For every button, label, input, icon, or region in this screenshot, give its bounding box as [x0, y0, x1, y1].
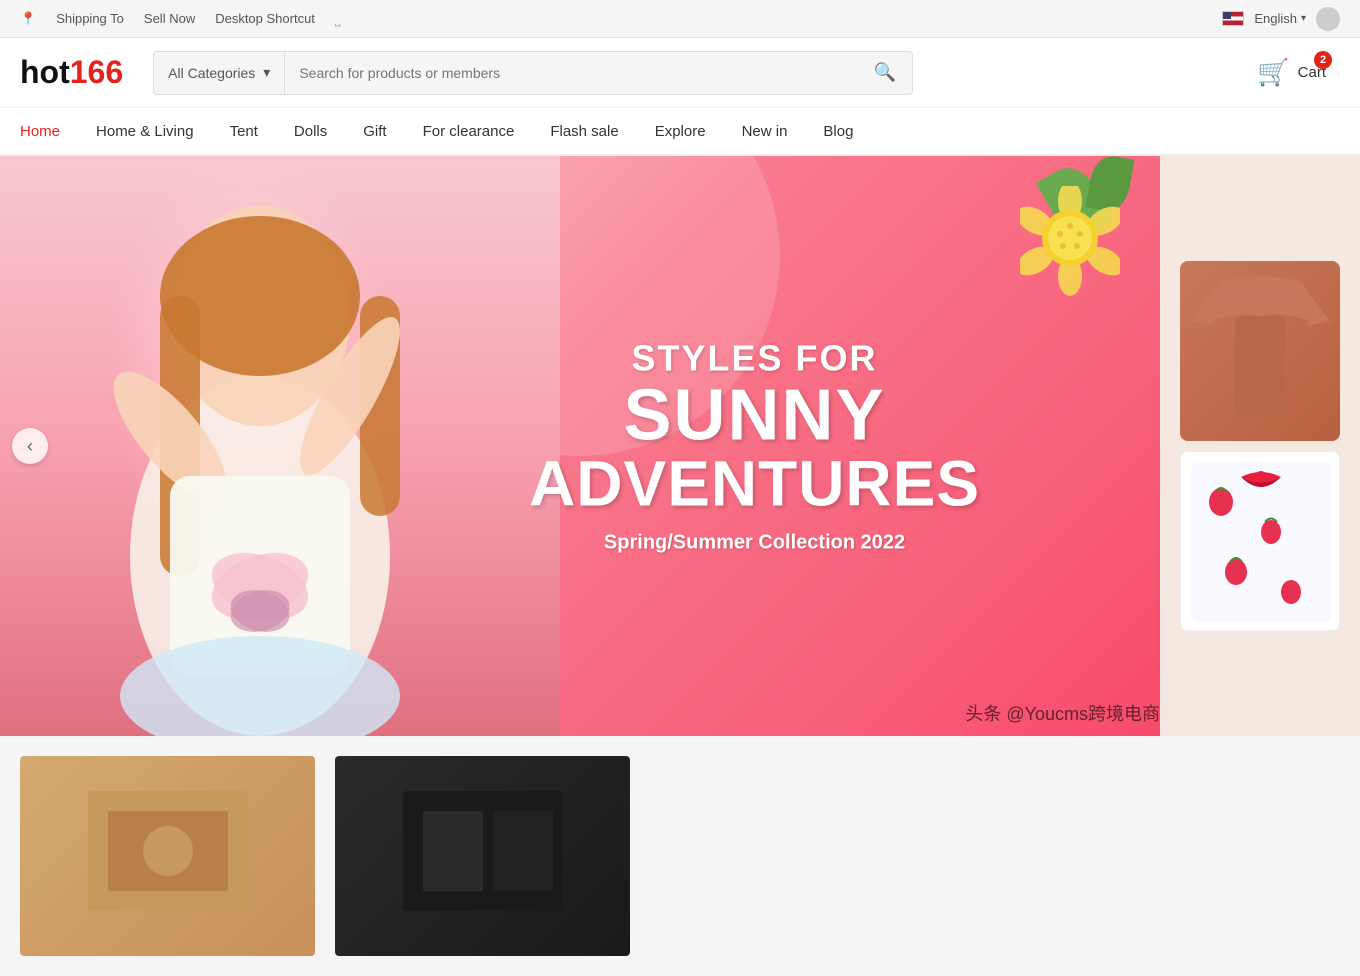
language-selector[interactable]: English ▾ [1254, 11, 1306, 26]
product-card-2[interactable] [335, 756, 630, 956]
flower-svg [1020, 186, 1120, 296]
language-label: English [1254, 11, 1297, 26]
shipping-to-link[interactable]: Shipping To [56, 11, 124, 26]
girl-svg [0, 156, 560, 736]
rss-icon: ⎵ [335, 10, 341, 27]
desktop-shortcut-link[interactable]: Desktop Shortcut [215, 11, 315, 26]
banner-girl-image [0, 156, 560, 736]
top-bar-right: English ▾ [1222, 7, 1340, 31]
chevron-left-icon: ‹ [27, 436, 33, 457]
banner-headline-3: ADVENTURES [529, 452, 980, 516]
products-section [0, 736, 1360, 976]
user-avatar[interactable] [1316, 7, 1340, 31]
chevron-down-icon: ▾ [1301, 13, 1306, 24]
nav-item-flash-sale[interactable]: Flash sale [532, 108, 636, 156]
banner-headline-2: SUNNY [529, 380, 980, 452]
product-image-2 [335, 756, 630, 956]
product-image-1 [20, 756, 315, 956]
clothes-2-svg [1181, 452, 1340, 631]
flag-icon [1222, 11, 1244, 26]
product-preview-1 [1180, 261, 1340, 441]
header-right: 🛒 2 Cart [1243, 51, 1340, 94]
banner-right-clothes [1160, 156, 1360, 736]
product-1-svg [68, 781, 268, 931]
top-bar-left: 📍 Shipping To Sell Now Desktop Shortcut … [20, 10, 1222, 27]
nav-item-home-living[interactable]: Home & Living [78, 108, 212, 156]
nav-item-clearance[interactable]: For clearance [405, 108, 533, 156]
category-select[interactable]: All Categories ▾ [154, 52, 285, 94]
nav-item-gift[interactable]: Gift [345, 108, 404, 156]
location-icon: 📍 [20, 11, 36, 27]
banner: STYLES FOR SUNNY ADVENTURES Spring/Summe… [0, 156, 1360, 736]
cart-badge: 2 [1314, 51, 1332, 69]
banner-collection: Spring/Summer Collection 2022 [529, 532, 980, 555]
logo-link[interactable]: hot166 [20, 54, 123, 91]
main-nav: Home Home & Living Tent Dolls Gift For c… [0, 108, 1360, 156]
nav-item-explore[interactable]: Explore [637, 108, 724, 156]
logo-hot: hot [20, 54, 70, 90]
search-input[interactable] [285, 52, 857, 94]
nav-item-home[interactable]: Home [20, 108, 78, 156]
search-bar: All Categories ▾ 🔍 [153, 51, 913, 95]
logo-num: 166 [70, 54, 123, 90]
nav-item-tent[interactable]: Tent [212, 108, 276, 156]
sell-now-link[interactable]: Sell Now [144, 11, 195, 26]
banner-prev-button[interactable]: ‹ [12, 428, 48, 464]
header: hot166 All Categories ▾ 🔍 🛒 2 Cart [0, 38, 1360, 108]
top-bar: 📍 Shipping To Sell Now Desktop Shortcut … [0, 0, 1360, 38]
watermark: 头条 @Youcms跨境电商 [965, 700, 1160, 726]
nav-item-new-in[interactable]: New in [724, 108, 806, 156]
nav-item-blog[interactable]: Blog [805, 108, 871, 156]
nav-item-dolls[interactable]: Dolls [276, 108, 345, 156]
product-card-1[interactable] [20, 756, 315, 956]
clothes-1-svg [1180, 261, 1340, 441]
product-2-svg [383, 781, 583, 931]
banner-text: STYLES FOR SUNNY ADVENTURES Spring/Summe… [529, 338, 980, 555]
search-icon: 🔍 [874, 62, 896, 83]
search-button[interactable]: 🔍 [858, 52, 912, 94]
cart-icon: 🛒 [1257, 57, 1289, 88]
product-preview-2 [1180, 451, 1340, 631]
cart-button[interactable]: 🛒 2 Cart [1243, 51, 1340, 94]
category-label: All Categories [168, 65, 255, 81]
flower-decoration [1020, 186, 1120, 301]
banner-headline-1: STYLES FOR [529, 338, 980, 380]
category-chevron-icon: ▾ [263, 64, 270, 81]
